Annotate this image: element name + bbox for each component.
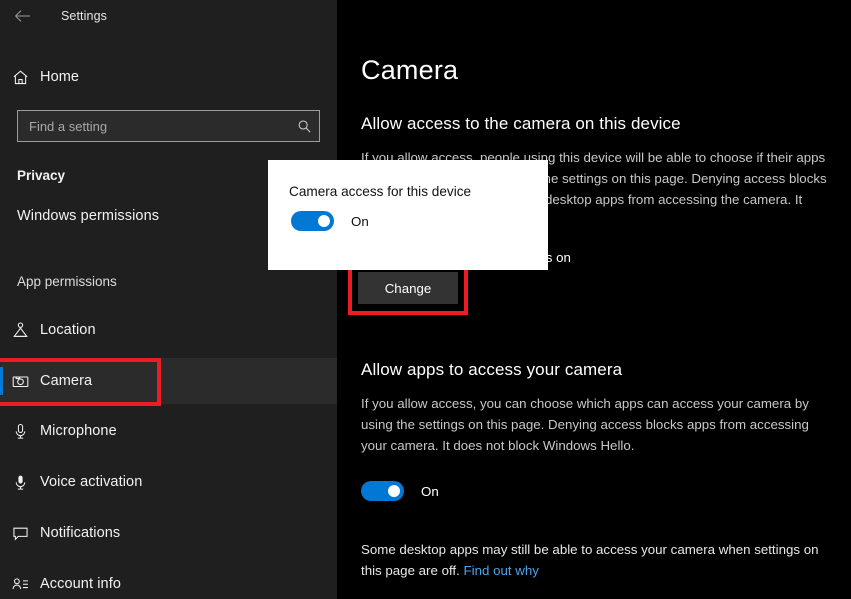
sidebar-item-account-info[interactable]: Account info — [0, 561, 337, 599]
toggle-switch-knob — [318, 215, 330, 227]
sidebar-item-label: Windows permissions — [17, 208, 159, 224]
section-heading-app-access: Allow apps to access your camera — [361, 360, 622, 380]
page-title: Camera — [361, 55, 458, 86]
main-content: Camera Allow access to the camera on thi… — [337, 0, 851, 599]
sidebar-item-home[interactable]: Home — [0, 61, 337, 93]
sidebar-item-voice-activation[interactable]: Voice activation — [0, 459, 337, 505]
account-info-icon — [0, 575, 40, 594]
app-camera-access-toggle[interactable]: On — [361, 481, 439, 501]
sidebar-item-label: Home — [40, 69, 79, 85]
voice-activation-icon — [0, 473, 40, 492]
device-camera-access-toggle[interactable]: On — [291, 211, 369, 231]
sidebar-item-notifications[interactable]: Notifications — [0, 510, 337, 556]
sidebar-item-label: Account info — [40, 576, 121, 592]
flyout-title: Camera access for this device — [289, 184, 471, 199]
app-title: Settings — [61, 9, 107, 23]
location-pin-icon — [0, 321, 40, 340]
desktop-apps-note-text: Some desktop apps may still be able to a… — [361, 542, 819, 578]
toggle-state-label: On — [421, 484, 439, 499]
sidebar-item-label: Microphone — [40, 423, 117, 439]
search-icon[interactable] — [289, 119, 319, 134]
title-bar: Settings — [0, 0, 337, 32]
microphone-icon — [0, 422, 40, 441]
search-input[interactable] — [18, 119, 289, 134]
sidebar-item-label: Location — [40, 322, 96, 338]
sidebar-item-label: Camera — [40, 373, 92, 389]
sidebar-item-camera[interactable]: Camera — [0, 358, 337, 404]
change-button[interactable]: Change — [358, 272, 458, 304]
toggle-switch-track[interactable] — [291, 211, 334, 231]
sidebar-group-privacy: Privacy — [17, 168, 65, 183]
section-description-app-access: If you allow access, you can choose whic… — [361, 393, 833, 456]
find-out-why-link[interactable]: Find out why — [464, 563, 539, 578]
camera-access-flyout: Camera access for this device On — [268, 160, 548, 270]
notification-bubble-icon — [0, 524, 40, 543]
sidebar-item-label: Notifications — [40, 525, 120, 541]
search-box[interactable] — [17, 110, 320, 142]
settings-window: Settings Home Privacy Wi — [0, 0, 851, 599]
home-icon — [0, 68, 40, 87]
toggle-switch-knob — [388, 485, 400, 497]
toggle-switch-track[interactable] — [361, 481, 404, 501]
section-heading-device-access: Allow access to the camera on this devic… — [361, 114, 681, 134]
desktop-apps-note: Some desktop apps may still be able to a… — [361, 539, 839, 581]
sidebar-group-app-permissions: App permissions — [17, 274, 117, 289]
toggle-state-label: On — [351, 214, 369, 229]
sidebar-item-label: Voice activation — [40, 474, 142, 490]
sidebar: Settings Home Privacy Wi — [0, 0, 337, 599]
camera-icon — [0, 372, 40, 391]
sidebar-item-microphone[interactable]: Microphone — [0, 408, 337, 454]
sidebar-item-location[interactable]: Location — [0, 307, 337, 353]
back-arrow-icon[interactable] — [0, 1, 44, 31]
